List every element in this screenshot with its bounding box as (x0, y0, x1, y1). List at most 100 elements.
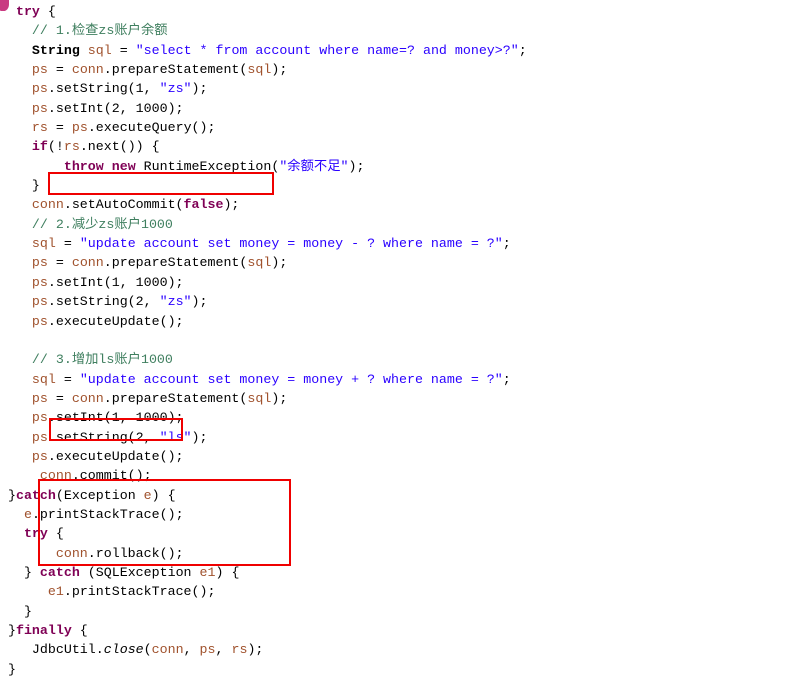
code-line[interactable]: sql = "update account set money = money … (0, 370, 527, 389)
code-token-field: ps (31, 410, 48, 426)
code-token-plain: .prepareStatement( (103, 62, 248, 78)
code-token-field: e1 (47, 584, 64, 600)
code-token-field: sql (31, 371, 56, 387)
code-line[interactable]: } (0, 176, 527, 195)
code-line[interactable]: ps.setString(2, "zs"); (0, 292, 527, 311)
code-token-plain: (SQLException (79, 564, 200, 580)
code-token-plain: = (55, 371, 80, 387)
code-token-str: "select * from account where name=? and … (135, 42, 519, 58)
code-block[interactable]: try { // 1.检查zs账户余额 String sql = "select… (0, 0, 527, 679)
code-token-plain: ; (518, 42, 527, 58)
code-line[interactable]: // 1.检查zs账户余额 (0, 21, 527, 40)
code-line[interactable]: conn.rollback(); (0, 544, 527, 563)
code-token-plain: = (47, 390, 72, 406)
code-token-plain: = (47, 255, 72, 271)
code-line[interactable]: ps = conn.prepareStatement(sql); (0, 253, 527, 272)
code-token-plain: .setString(2, (47, 429, 160, 445)
code-token-field: sql (31, 236, 56, 252)
code-token-plain: ); (348, 158, 365, 174)
code-line[interactable]: // 2.减少zs账户1000 (0, 215, 527, 234)
code-token-plain: ; (502, 371, 511, 387)
code-token-field: e (143, 487, 152, 503)
code-line[interactable]: try { (0, 2, 527, 21)
code-token-cmt: // 3.增加ls账户1000 (31, 352, 173, 368)
code-token-plain: ); (271, 390, 288, 406)
code-line[interactable]: JdbcUtil.close(conn, ps, rs); (0, 640, 527, 659)
code-token-field: sql (247, 255, 272, 271)
code-line[interactable]: if(!rs.next()) { (0, 137, 527, 156)
code-token-field: rs (31, 120, 48, 136)
code-line[interactable]: e.printStackTrace(); (0, 505, 527, 524)
code-token-plain: , (215, 642, 232, 658)
code-token-field: ps (31, 294, 48, 310)
code-token-field: e1 (199, 564, 216, 580)
code-token-field: conn (55, 545, 88, 561)
code-token-kw: if (31, 139, 48, 155)
code-line[interactable]: ps = conn.prepareStatement(sql); (0, 60, 527, 79)
code-token-cmt: // 1.检查zs账户余额 (31, 23, 168, 39)
code-line[interactable]: rs = ps.executeQuery(); (0, 118, 527, 137)
code-token-plain: ); (247, 642, 264, 658)
code-line[interactable]: String sql = "select * from account wher… (0, 41, 527, 60)
code-line[interactable]: ps = conn.prepareStatement(sql); (0, 389, 527, 408)
code-line[interactable]: ps.setString(2, "ls"); (0, 428, 527, 447)
code-line[interactable]: } (0, 660, 527, 679)
code-token-field: conn (151, 642, 184, 658)
code-line[interactable]: }catch(Exception e) { (0, 486, 527, 505)
code-token-plain: .executeUpdate(); (47, 448, 184, 464)
code-token-plain: .setString(1, (47, 81, 160, 97)
code-line[interactable]: } (0, 602, 527, 621)
code-line[interactable]: // 3.增加ls账户1000 (0, 350, 527, 369)
code-line[interactable]: try { (0, 524, 527, 543)
code-token-plain: { (71, 623, 88, 638)
code-line[interactable]: ps.executeUpdate(); (0, 447, 527, 466)
code-token-str: "zs" (159, 81, 192, 97)
code-line[interactable] (0, 331, 527, 350)
code-token-field: ps (31, 62, 48, 78)
code-line[interactable]: }finally { (0, 621, 527, 640)
code-line[interactable]: ps.setInt(1, 1000); (0, 408, 527, 427)
code-token-kw: catch (39, 564, 80, 580)
code-line[interactable]: ps.setString(1, "zs"); (0, 79, 527, 98)
code-line[interactable]: conn.commit(); (0, 466, 527, 485)
code-line[interactable]: sql = "update account set money = money … (0, 234, 527, 253)
code-token-field: conn (71, 255, 104, 271)
code-line[interactable]: conn.setAutoCommit(false); (0, 195, 527, 214)
code-line[interactable]: ps.setInt(1, 1000); (0, 273, 527, 292)
code-token-field: rs (231, 642, 248, 658)
code-line[interactable]: throw new RuntimeException("余额不足"); (0, 157, 527, 176)
code-line[interactable]: e1.printStackTrace(); (0, 582, 527, 601)
code-token-kw: try (15, 4, 40, 19)
code-token-plain: RuntimeException( (135, 158, 280, 174)
code-token-plain: .prepareStatement( (103, 255, 248, 271)
code-token-plain: .next()) { (79, 139, 160, 155)
code-token-plain: .setInt(1, 1000); (47, 410, 184, 426)
code-token-field: conn (71, 62, 104, 78)
code-line[interactable]: ps.setInt(2, 1000); (0, 99, 527, 118)
code-line[interactable]: ps.executeUpdate(); (0, 312, 527, 331)
code-token-kw: new (111, 158, 136, 174)
code-token-field: conn (31, 197, 64, 213)
code-token-plain: ); (271, 62, 288, 78)
code-line[interactable]: } catch (SQLException e1) { (0, 563, 527, 582)
